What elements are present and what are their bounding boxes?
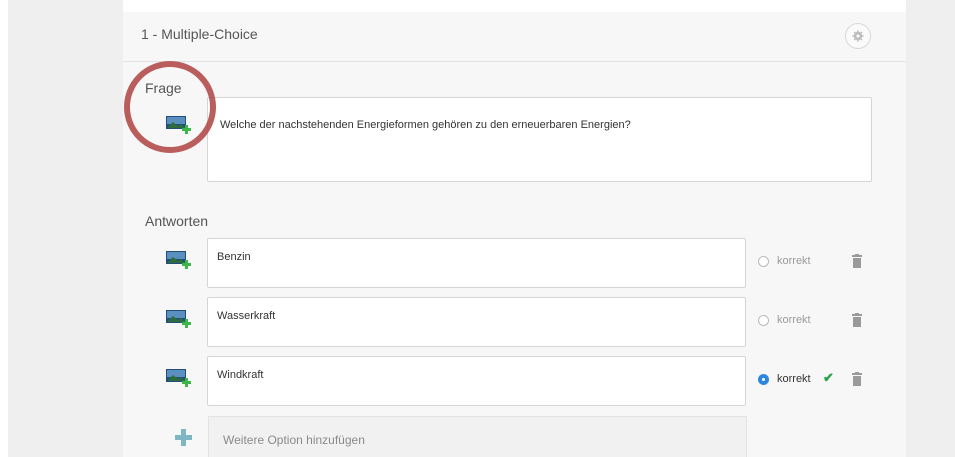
page-background-right [906,0,955,457]
answer-text-field[interactable]: Windkraft [207,356,746,406]
answer-text: Wasserkraft [217,310,276,322]
answer-text-field[interactable]: Wasserkraft [207,297,746,347]
highlight-circle-annotation [124,61,216,153]
trash-icon[interactable] [851,313,863,327]
correct-label: korrekt [777,373,811,385]
plus-icon[interactable] [175,429,192,446]
question-type-title: 1 - Multiple-Choice [141,26,258,42]
gear-icon [852,30,864,42]
question-card: 1 - Multiple-Choice Frage Welche der nac… [123,12,906,457]
correct-label: korrekt [777,314,811,326]
question-text-field[interactable]: Welche der nachstehenden Energieformen g… [207,97,872,182]
correct-radio-selected[interactable] [758,374,769,385]
correct-radio[interactable] [758,315,769,326]
correct-label: korrekt [777,255,811,267]
image-add-icon[interactable] [165,249,193,271]
answer-text-field[interactable]: Benzin [207,238,746,288]
page-background-left [8,0,123,457]
trash-icon[interactable] [851,372,863,386]
answers-label: Antworten [145,213,209,229]
settings-button[interactable] [845,23,871,49]
add-option-button[interactable]: Weitere Option hinzufügen [208,416,747,457]
correct-radio[interactable] [758,256,769,267]
answer-text: Windkraft [217,369,264,381]
question-card-header: 1 - Multiple-Choice [123,12,906,62]
page-gutter [0,0,8,457]
image-add-icon[interactable] [165,367,193,389]
trash-icon[interactable] [851,254,863,268]
add-option-label: Weitere Option hinzufügen [223,433,365,447]
image-add-icon[interactable] [165,308,193,330]
answer-text: Benzin [217,251,251,263]
question-text: Welche der nachstehenden Energieformen g… [220,119,631,131]
check-icon: ✔ [823,370,834,385]
